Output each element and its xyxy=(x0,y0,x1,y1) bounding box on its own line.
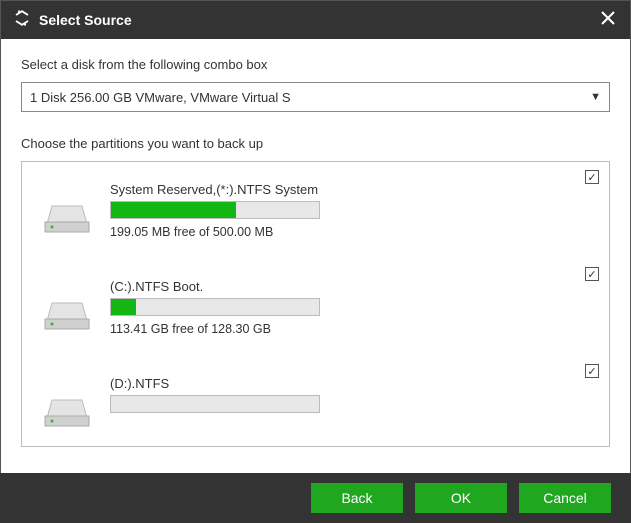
disk-icon xyxy=(42,376,92,431)
content-area: Select a disk from the following combo b… xyxy=(1,39,630,457)
ok-button[interactable]: OK xyxy=(415,483,507,513)
close-button[interactable] xyxy=(596,6,620,35)
disk-icon xyxy=(42,279,92,334)
partition-item: ✓ (D:).NTFS xyxy=(22,356,609,447)
partition-checkbox[interactable]: ✓ xyxy=(585,364,599,378)
usage-fill xyxy=(111,202,236,218)
disk-select-label: Select a disk from the following combo b… xyxy=(21,57,610,72)
back-button[interactable]: Back xyxy=(311,483,403,513)
usage-bar xyxy=(110,201,320,219)
usage-fill xyxy=(111,299,136,315)
partition-checkbox[interactable]: ✓ xyxy=(585,267,599,281)
partition-list[interactable]: ✓ System Reserved,(*:).NTFS System 199.0… xyxy=(21,161,610,447)
partition-free: 199.05 MB free of 500.00 MB xyxy=(110,225,320,239)
partition-name: (C:).NTFS Boot. xyxy=(110,279,320,294)
titlebar: Select Source xyxy=(1,1,630,39)
usage-bar xyxy=(110,298,320,316)
usage-bar xyxy=(110,395,320,413)
partition-name: (D:).NTFS xyxy=(110,376,320,391)
partition-item: ✓ System Reserved,(*:).NTFS System 199.0… xyxy=(22,162,609,259)
partition-free: 113.41 GB free of 128.30 GB xyxy=(110,322,320,336)
app-icon xyxy=(13,9,31,32)
partition-name: System Reserved,(*:).NTFS System xyxy=(110,182,320,197)
footer: Back OK Cancel xyxy=(0,473,631,523)
partition-item: ✓ (C:).NTFS Boot. 113.41 GB free of 128.… xyxy=(22,259,609,356)
cancel-button[interactable]: Cancel xyxy=(519,483,611,513)
partition-checkbox[interactable]: ✓ xyxy=(585,170,599,184)
partition-select-label: Choose the partitions you want to back u… xyxy=(21,136,610,151)
disk-combo-value: 1 Disk 256.00 GB VMware, VMware Virtual … xyxy=(30,90,291,105)
disk-icon xyxy=(42,182,92,237)
chevron-down-icon: ▼ xyxy=(590,91,601,103)
disk-combo[interactable]: 1 Disk 256.00 GB VMware, VMware Virtual … xyxy=(21,82,610,112)
window-title: Select Source xyxy=(39,12,132,28)
